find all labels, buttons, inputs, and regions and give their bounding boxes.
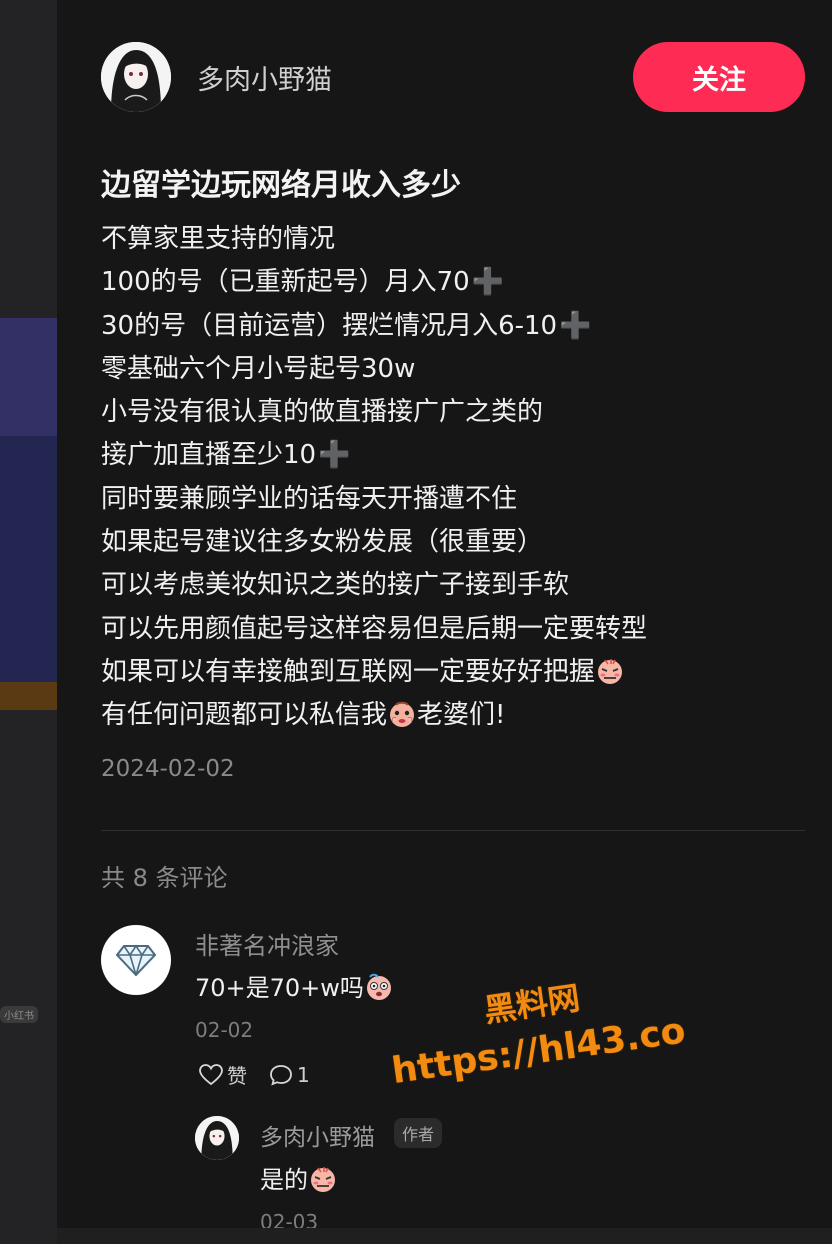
- post-line: 有任何问题都可以私信我 老婆们!: [101, 694, 801, 737]
- post-line: 接广加直播至少10➕: [101, 434, 801, 477]
- post-line-text: 30的号（目前运营）摆烂情况月入6-10: [101, 310, 558, 341]
- reply-count: 1: [297, 1062, 310, 1087]
- post-line-text: 同时要兼顾学业的话每天开播遭不住: [101, 483, 518, 514]
- divider: [101, 830, 805, 831]
- background-image-strip: [0, 436, 57, 682]
- post-line-text: 可以先用颜值起号这样容易但是后期一定要转型: [101, 613, 648, 644]
- post-line-text: 不算家里支持的情况: [101, 224, 336, 254]
- background-page: 小红书: [0, 0, 57, 1244]
- plus-icon: ➕: [559, 310, 592, 341]
- background-image-strip: [0, 318, 57, 436]
- post-line: 100的号（已重新起号）月入70➕: [101, 261, 801, 304]
- post-line-text: 小号没有很认真的做直播接广广之类的: [101, 397, 544, 428]
- author-name[interactable]: 多肉小野猫: [197, 58, 332, 97]
- comment-text-content: 70+是70+w吗: [195, 974, 364, 1002]
- commenter-avatar[interactable]: [101, 925, 171, 995]
- post-line-text: 零基础六个月小号起号30w: [101, 353, 416, 384]
- diamond-icon: [116, 944, 156, 976]
- post-line-text: 接广加直播至少10: [101, 440, 317, 471]
- post-line: 30的号（目前运营）摆烂情况月入6-10➕: [101, 305, 801, 348]
- post-line: 不算家里支持的情况: [101, 218, 801, 261]
- like-button[interactable]: 赞: [199, 1060, 247, 1089]
- post-line-text: 100的号（已重新起号）月入70: [101, 267, 470, 298]
- background-tag: 小红书: [0, 1006, 38, 1023]
- post-line: 如果起号建议往多女粉发展（很重要）: [101, 521, 801, 564]
- reply-text-content: 是的: [260, 1166, 308, 1194]
- comment-bubble-icon: [270, 1064, 292, 1085]
- bottom-bar: [57, 1228, 832, 1244]
- post-detail-panel: 多肉小野猫 关注 边留学边玩网络月收入多少 不算家里支持的情况 100的号（已重新…: [57, 0, 832, 1244]
- watermark: 黑料网 https://hl43.co: [382, 959, 688, 1092]
- plus-icon: ➕: [471, 267, 505, 298]
- post-line-text: 可以考虑美妆知识之类的接广子接到手软: [101, 570, 570, 601]
- post-line-text: 如果起号建议往多女粉发展（很重要）: [101, 527, 544, 558]
- post-line-suffix: 老婆们!: [417, 700, 506, 731]
- author-avatar[interactable]: [101, 42, 171, 112]
- reply-text: 是的: [260, 1160, 338, 1195]
- comment-actions: 赞 1: [199, 1060, 310, 1089]
- background-image-strip: [0, 682, 57, 710]
- post-body: 不算家里支持的情况 100的号（已重新起号）月入70➕ 30的号（目前运营）摆烂情况…: [101, 218, 801, 738]
- reply-button[interactable]: 1: [269, 1063, 310, 1087]
- follow-button[interactable]: 关注: [633, 42, 805, 112]
- commenter-name[interactable]: 非著名冲浪家: [195, 926, 339, 961]
- reply-author-avatar[interactable]: [195, 1116, 239, 1160]
- post-date: 2024-02-02: [101, 756, 235, 782]
- post-line: 零基础六个月小号起号30w: [101, 348, 801, 391]
- pleading-emoji: [390, 702, 415, 728]
- post-line: 同时要兼顾学业的话每天开播遭不住: [101, 478, 801, 521]
- post-line: 可以考虑美妆知识之类的接广子接到手软: [101, 564, 801, 607]
- post-title: 边留学边玩网络月收入多少: [101, 168, 461, 203]
- post-line-text: 有任何问题都可以私信我: [101, 700, 388, 731]
- embarrassed-emoji: [598, 658, 623, 684]
- heart-icon: [199, 1063, 223, 1085]
- shocked-emoji: [366, 973, 391, 1000]
- embarrassed-emoji: [311, 1167, 335, 1192]
- like-label: 赞: [227, 1064, 247, 1088]
- reply-author-name[interactable]: 多肉小野猫: [260, 1118, 375, 1152]
- comment-count: 共 8 条评论: [101, 864, 228, 892]
- comment-date: 02-02: [195, 1018, 254, 1042]
- post-line: 可以先用颜值起号这样容易但是后期一定要转型: [101, 608, 801, 651]
- author-badge: 作者: [394, 1118, 443, 1148]
- post-line-text: 如果可以有幸接触到互联网一定要好好把握: [101, 656, 596, 687]
- post-line: 小号没有很认真的做直播接广广之类的: [101, 391, 801, 434]
- comment-text: 70+是70+w吗: [195, 968, 394, 1003]
- plus-icon: ➕: [318, 440, 351, 471]
- post-line: 如果可以有幸接触到互联网一定要好好把握: [101, 651, 801, 694]
